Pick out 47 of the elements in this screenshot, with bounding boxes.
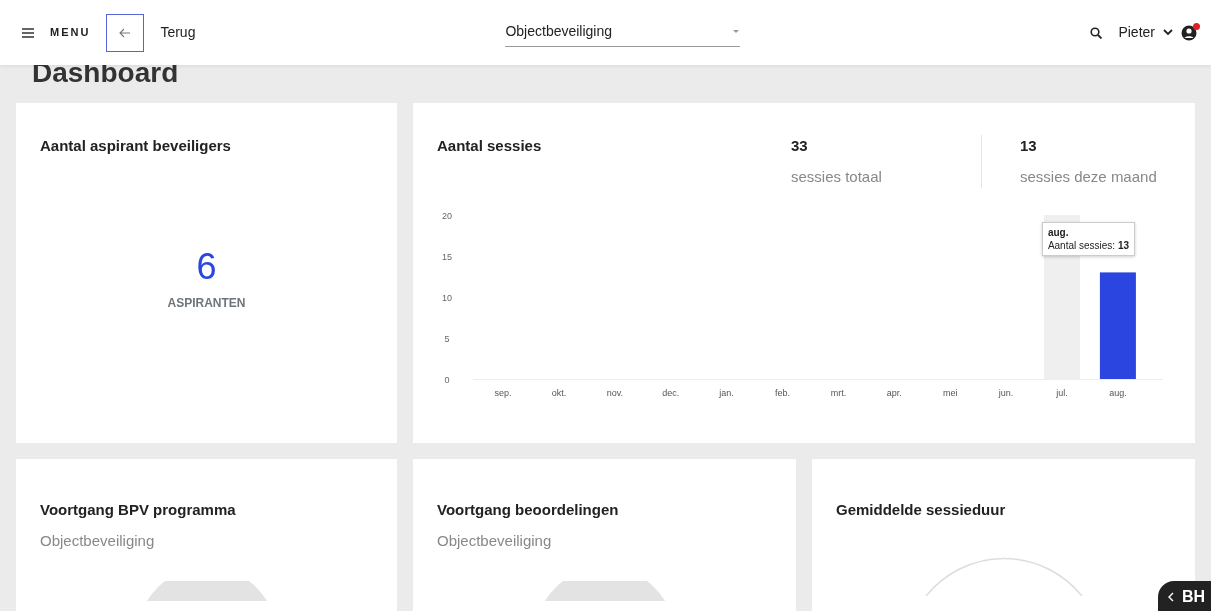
- stat-label: sessies totaal: [791, 166, 883, 187]
- aspirant-count: 6: [196, 245, 217, 290]
- x-tick-label: dec.: [662, 388, 680, 398]
- y-tick-label: 20: [442, 211, 452, 221]
- chevron-down-icon[interactable]: [1163, 29, 1173, 36]
- user-name[interactable]: Pieter: [1118, 22, 1155, 43]
- menu-icon[interactable]: [22, 27, 34, 38]
- back-link[interactable]: Terug: [160, 22, 196, 43]
- x-tick-label: jun.: [998, 388, 1014, 398]
- bar[interactable]: [1099, 272, 1136, 379]
- stat-label: sessies deze maand: [1020, 166, 1158, 187]
- chevron-left-icon: [1167, 592, 1174, 602]
- y-tick-label: 5: [444, 334, 450, 344]
- x-tick-label: okt.: [551, 388, 567, 398]
- card-subtitle: Objectbeveiliging: [40, 531, 155, 549]
- menu-label[interactable]: MENU: [50, 24, 91, 41]
- card-title: Aantal aspirant beveiligers: [40, 137, 231, 154]
- x-tick-label: nov.: [606, 388, 623, 398]
- stat-value: 13: [1020, 136, 1038, 156]
- arrow-left-icon: [119, 27, 132, 38]
- x-tick-label: aug.: [1109, 388, 1127, 398]
- x-tick-label: jul.: [1056, 388, 1068, 398]
- x-tick-label: sep.: [494, 388, 512, 398]
- tooltip-text: Aantal sessies: 13: [1047, 239, 1130, 252]
- x-tick-label: jan.: [719, 388, 734, 398]
- caret-down-icon: [732, 28, 741, 34]
- y-tick-label: 0: [444, 375, 450, 385]
- y-tick-label: 10: [442, 293, 452, 303]
- program-select[interactable]: Objectbeveiliging: [505, 18, 741, 47]
- x-tick-label: mrt.: [830, 388, 847, 398]
- stat-value: 33: [791, 136, 809, 156]
- card-subtitle: Objectbeveiliging: [437, 531, 552, 549]
- card-title: Aantal sessies: [437, 137, 542, 154]
- user-icon[interactable]: [1181, 24, 1197, 41]
- card-title: Voortgang beoordelingen: [437, 501, 619, 518]
- aspirant-unit: ASPIRANTEN: [167, 295, 246, 313]
- tooltip-title: aug.: [1047, 226, 1070, 239]
- x-tick-label: feb.: [775, 388, 790, 398]
- x-tick-label: mei: [942, 388, 958, 398]
- back-button[interactable]: [106, 13, 145, 52]
- chat-widget[interactable]: BH: [1157, 581, 1211, 611]
- x-tick-label: apr.: [886, 388, 902, 398]
- y-tick-label: 15: [442, 252, 452, 262]
- card-title: Gemiddelde sessieduur: [836, 501, 1006, 518]
- card-title: Voortgang BPV programma: [40, 501, 236, 518]
- page-title: Dashboard: [32, 59, 180, 90]
- search-icon[interactable]: [1090, 26, 1103, 39]
